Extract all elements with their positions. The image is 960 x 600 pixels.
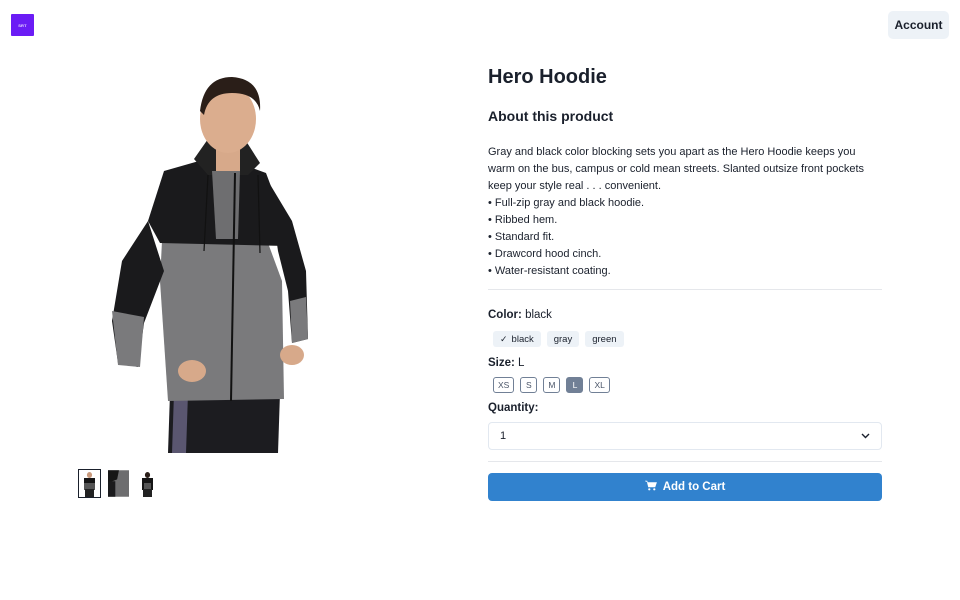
size-option-xs[interactable]: XS	[493, 377, 515, 393]
thumbnail-strip	[78, 469, 159, 498]
quantity-select[interactable]: 1	[488, 422, 882, 450]
bullet-item: • Full-zip gray and black hoodie.	[488, 197, 645, 209]
product-title: Hero Hoodie	[488, 66, 607, 88]
size-label-row: Size: L	[488, 355, 882, 371]
size-options: XS S M L XL	[493, 377, 882, 393]
bullet-item: • Water-resistant coating.	[488, 265, 611, 277]
cart-icon	[644, 480, 657, 494]
checkmark-icon: ✓	[500, 333, 508, 344]
quantity-value: 1	[500, 430, 507, 442]
size-option-xl[interactable]: XL	[589, 377, 610, 393]
color-label: Color:	[488, 309, 522, 321]
divider	[488, 289, 882, 290]
chevron-down-icon	[861, 431, 870, 442]
divider	[488, 461, 882, 462]
thumbnail-back-detail[interactable]	[107, 469, 130, 498]
color-option-label: black	[511, 333, 534, 345]
account-button[interactable]: Account	[888, 11, 949, 39]
size-option-l[interactable]: L	[566, 377, 584, 393]
logo-text: SRT	[18, 22, 27, 28]
color-option-gray[interactable]: gray	[546, 331, 580, 347]
size-option-s[interactable]: S	[520, 377, 538, 393]
color-options: ✓ black gray green	[493, 331, 882, 347]
logo[interactable]: SRT	[11, 14, 34, 36]
color-option-green[interactable]: green	[585, 331, 624, 347]
color-option-label: gray	[553, 333, 573, 345]
product-main-image	[108, 71, 310, 453]
color-value: black	[525, 309, 552, 321]
quantity-label-row: Quantity:	[488, 400, 882, 416]
color-option-label: green	[592, 333, 617, 345]
bullet-item: • Drawcord hood cinch.	[488, 248, 602, 260]
about-heading: About this product	[488, 108, 614, 124]
size-value: L	[518, 357, 525, 369]
size-option-m[interactable]: M	[543, 377, 561, 393]
bullet-item: • Ribbed hem.	[488, 214, 558, 226]
quantity-label: Quantity:	[488, 402, 539, 414]
bullet-item: • Standard fit.	[488, 231, 555, 243]
color-option-black[interactable]: ✓ black	[493, 331, 541, 347]
description-text: Gray and black color blocking sets you a…	[488, 146, 865, 192]
add-to-cart-button[interactable]: Add to Cart	[488, 473, 882, 501]
add-to-cart-label: Add to Cart	[662, 481, 726, 493]
product-description: Gray and black color blocking sets you a…	[488, 144, 882, 280]
thumbnail-back[interactable]	[136, 469, 159, 498]
color-label-row: Color: black	[488, 307, 882, 323]
thumbnail-front[interactable]	[78, 469, 101, 498]
size-label: Size:	[488, 357, 515, 369]
product-details: Hero Hoodie About this product Gray and …	[488, 60, 882, 501]
